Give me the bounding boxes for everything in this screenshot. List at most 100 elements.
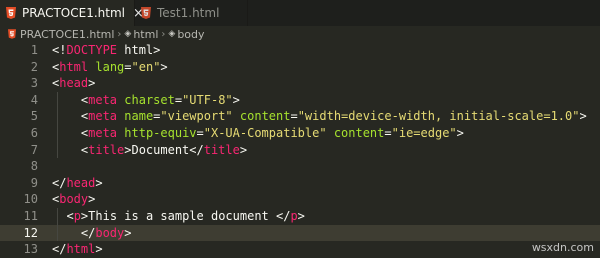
code-token: > <box>160 59 168 74</box>
code-line[interactable]: 1 <!DOCTYPE html> <box>0 42 600 59</box>
html5-file-icon <box>141 7 151 19</box>
code-text: <meta charset="UTF-8"> <box>52 93 240 107</box>
code-token: title <box>203 142 240 157</box>
indent-guide <box>57 207 58 225</box>
breadcrumb-file[interactable]: PRACTOCE1.html <box>8 28 114 41</box>
code-token: </ <box>52 242 67 257</box>
code-token: = <box>384 125 392 140</box>
code-token: title <box>88 142 125 157</box>
code-token: > <box>579 109 587 124</box>
code-token: lang <box>95 59 125 74</box>
code-token: > <box>88 76 96 91</box>
breadcrumb-body[interactable]: ◈ body <box>168 28 204 41</box>
breadcrumb-label: body <box>177 27 205 41</box>
line-number: 3 <box>30 76 38 91</box>
code-token: > <box>95 242 103 257</box>
code-token: "X-UA-Compatible" <box>203 125 327 140</box>
indent-guide <box>57 91 58 109</box>
tab-test1[interactable]: Test1.html <box>135 0 248 26</box>
element-icon: ◈ <box>168 29 176 39</box>
code-line[interactable]: 5 <meta name="viewport" content="width=d… <box>0 108 600 125</box>
code-token: head <box>59 76 89 91</box>
code-text: <!DOCTYPE html> <box>52 43 160 57</box>
code-token: p <box>73 208 81 223</box>
code-token: body <box>59 192 89 207</box>
code-token: = <box>196 125 204 140</box>
code-token: DOCTYPE <box>66 43 118 57</box>
code-text: </html> <box>52 242 103 256</box>
tab-practoce1[interactable]: PRACTOCE1.html × <box>0 0 144 26</box>
code-token: > <box>232 92 240 107</box>
code-token: > <box>297 208 305 223</box>
code-line[interactable]: 11 <p>This is a sample document </p> <box>0 207 600 225</box>
code-line[interactable]: 13 </html> <box>0 241 600 258</box>
code-token: http-equiv <box>124 125 197 140</box>
code-token: < <box>52 208 74 223</box>
line-number: 2 <box>30 59 38 74</box>
code-text: </body> <box>52 226 132 240</box>
chevron-right-icon: › <box>117 28 122 40</box>
code-line[interactable]: 6 <meta http-equiv="X-UA-Compatible" con… <box>0 124 600 142</box>
code-token: >This is a sample document </ <box>80 208 291 223</box>
code-text: <p>This is a sample document </p> <box>52 208 305 223</box>
code-token: "ie=edge" <box>391 125 457 140</box>
code-line[interactable]: 2 <html lang="en"> <box>0 59 600 76</box>
line-number: 9 <box>30 175 38 190</box>
breadcrumb: PRACTOCE1.html › ◈ html › ◈ body <box>0 26 600 42</box>
code-line[interactable]: 7 <title>Document</title> <box>0 141 600 159</box>
code-token: html> <box>117 43 161 57</box>
code-line[interactable]: 8 <box>0 158 600 175</box>
code-token: html <box>66 242 96 257</box>
html5-file-icon <box>8 29 16 39</box>
code-text: <body> <box>52 192 95 206</box>
code-token: = <box>290 109 298 124</box>
indent-guide <box>57 224 58 242</box>
breadcrumb-label: html <box>133 27 159 41</box>
code-token: body <box>95 225 125 240</box>
code-token: content <box>239 109 291 124</box>
line-number: 12 <box>23 225 38 240</box>
code-text: <head> <box>52 76 95 90</box>
code-line[interactable]: 4 <meta charset="UTF-8"> <box>0 91 600 109</box>
chevron-right-icon: › <box>161 28 166 40</box>
tab-label: PRACTOCE1.html <box>22 6 125 20</box>
code-line[interactable]: 10 <body> <box>0 191 600 208</box>
tab-bar: PRACTOCE1.html × Test1.html <box>0 0 600 26</box>
code-token: "viewport" <box>160 109 233 124</box>
line-number: 7 <box>30 142 38 157</box>
line-number: 13 <box>23 242 38 257</box>
html5-file-icon <box>6 7 16 19</box>
code-token: charset <box>124 92 175 107</box>
code-editor[interactable]: 1 <!DOCTYPE html> 2 <html lang="en"> 3 <head>… <box>0 42 600 258</box>
breadcrumb-html[interactable]: ◈ html <box>124 28 158 41</box>
indent-guide <box>57 108 58 125</box>
code-token: "en" <box>131 59 161 74</box>
line-number: 1 <box>30 43 38 57</box>
code-line[interactable]: 3 <head> <box>0 75 600 92</box>
code-token: "UTF-8" <box>182 92 233 107</box>
code-text: <title>Document</title> <box>52 143 247 157</box>
code-line-current[interactable]: 12 </body> <box>0 224 600 242</box>
code-token: > <box>239 142 248 157</box>
line-number: 6 <box>30 125 38 140</box>
code-text: <meta name="viewport" content="width=dev… <box>52 109 587 123</box>
indent-guide <box>57 124 58 142</box>
code-token: content <box>333 125 385 140</box>
indent-guide <box>57 141 58 159</box>
code-token: head <box>66 175 96 190</box>
code-token: >Document</ <box>124 142 204 157</box>
code-line[interactable]: 9 </head> <box>0 175 600 192</box>
code-token: </ <box>52 175 67 190</box>
code-token: </ <box>52 225 96 240</box>
line-number: 8 <box>30 159 38 174</box>
code-token: meta <box>88 92 118 107</box>
code-token: > <box>456 125 464 140</box>
code-token: meta <box>88 109 118 124</box>
watermark: wsxdn.com <box>531 241 594 254</box>
code-token: <! <box>52 43 67 57</box>
code-text: <html lang="en"> <box>52 60 168 74</box>
code-token: > <box>124 225 132 240</box>
line-number: 10 <box>23 192 38 207</box>
